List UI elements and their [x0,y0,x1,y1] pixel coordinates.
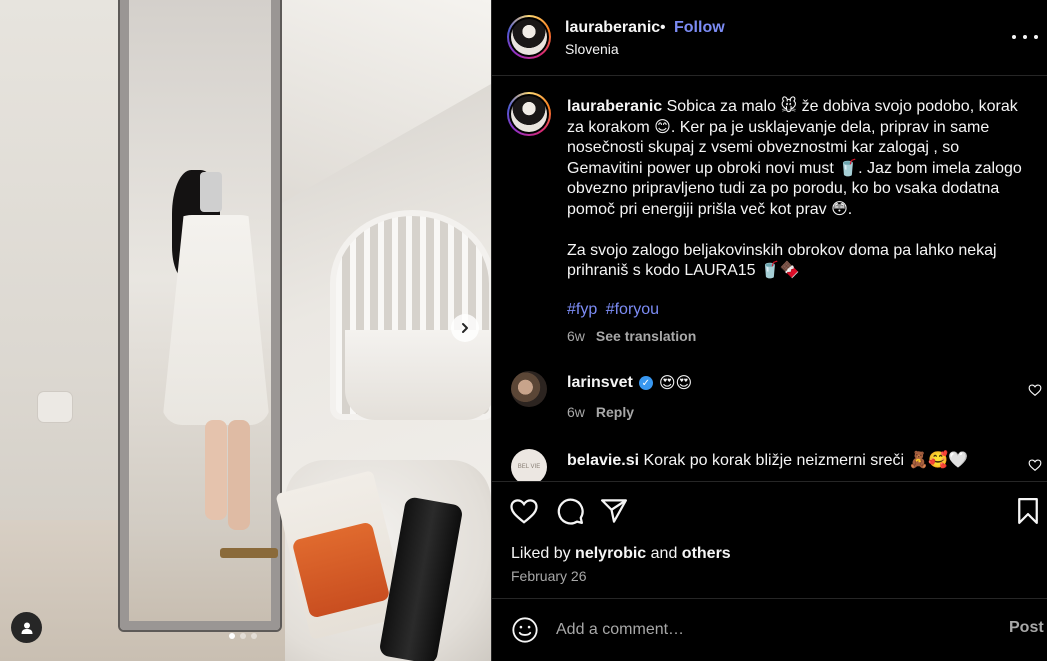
caption: lauraberanic Sobica za malo 🐭 že dobiva … [567,97,1022,282]
add-comment-bar: Post [492,598,1047,661]
hashtag-link[interactable]: #fyp [567,301,597,318]
post-media [0,0,491,661]
caption-age: 6w [567,328,585,344]
reply-button[interactable]: Reply [596,404,634,420]
caption-avatar[interactable] [507,92,551,136]
caption-paragraph-1: Sobica za malo 🐭 že dobiva svojo podobo,… [567,98,1022,218]
heart-icon[interactable] [509,496,539,526]
wall-outlet [38,392,72,422]
liked-by-prefix: Liked by [511,545,571,562]
person-leg [205,420,227,520]
user-tags-button[interactable] [11,612,42,643]
liked-by-others[interactable]: others [682,545,731,562]
hashtag-link[interactable]: #foryou [606,301,659,318]
comment-meta: 6w Reply [567,404,634,420]
author-username[interactable]: lauraberanic [565,19,660,37]
liked-by-user[interactable]: nelyrobic [575,545,646,562]
comment-text: 😍😍 [658,375,693,392]
comment-avatar[interactable] [511,371,547,407]
person-leg [228,420,250,530]
comment-item: belavie.si Korak po korak bližje neizmer… [567,450,968,470]
more-horizontal-icon [1012,35,1016,39]
comment-input[interactable] [556,617,976,643]
phone [200,172,222,212]
carousel-indicator [229,633,257,639]
caption-username[interactable]: lauraberanic [567,98,662,115]
comment-username[interactable]: belavie.si [567,452,639,469]
header-separator: • [660,19,666,36]
post-comment-button[interactable]: Post [1009,619,1044,637]
crib-base [345,330,491,420]
chevron-right-icon [462,323,468,333]
caption-paragraph-2: Za svojo zalogo beljakovinskih obrokov d… [567,241,997,280]
comments-section: lauraberanic Sobica za malo 🐭 že dobiva … [492,77,1047,481]
more-options-button[interactable] [1012,26,1038,48]
carousel-dot-active [229,633,235,639]
author-avatar[interactable] [507,15,551,59]
emoji-icon[interactable] [511,616,539,644]
bookmark-icon[interactable] [1013,496,1043,526]
door-handle [220,548,278,558]
comment-text: Korak po korak bližje neizmerni sreči 🧸🥰… [643,452,969,469]
comment-username[interactable]: larinsvet [567,374,633,392]
comment-item: larinsvet ✓ 😍😍 [567,373,692,393]
comment-avatar[interactable]: BEL VIE [511,449,547,481]
comment-age: 6w [567,404,585,420]
avatar-logo-text: BEL VIE [517,464,541,470]
post-location[interactable]: Slovenia [565,41,619,57]
share-icon[interactable] [599,496,629,526]
carousel-next-button[interactable] [451,314,479,342]
comment-like-heart-icon[interactable] [1028,383,1042,397]
caption-meta: 6w See translation [567,328,696,344]
comment-icon[interactable] [555,496,585,526]
carousel-dot [251,633,257,639]
liked-by-and: and [650,545,678,562]
see-translation-button[interactable]: See translation [596,328,696,344]
post-header: lauraberanic • Follow Slovenia [492,0,1047,76]
caption-hashtags: #fyp #foryou [567,301,663,319]
post-date[interactable]: February 26 [511,568,586,584]
verified-badge-icon: ✓ [638,376,653,390]
carousel-dot [240,633,246,639]
post-actions: Liked by nelyrobic and others February 2… [492,481,1047,599]
liked-by: Liked by nelyrobic and others [511,545,731,563]
comment-like-heart-icon[interactable] [1028,458,1042,472]
post-sidebar: lauraberanic • Follow Slovenia laurabera… [491,0,1047,661]
follow-button[interactable]: Follow [674,19,725,37]
user-tag-icon [21,622,32,634]
